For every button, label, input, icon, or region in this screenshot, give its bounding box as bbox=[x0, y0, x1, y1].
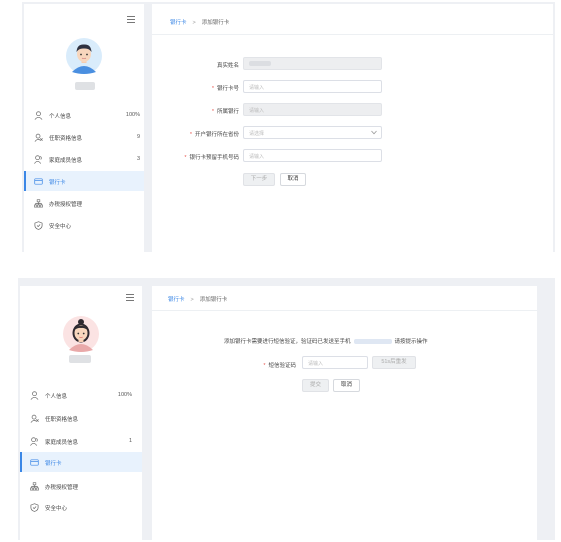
user-name-blurred bbox=[75, 82, 95, 90]
sidebar-item-personal-info[interactable]: 个人信息 100% bbox=[24, 105, 144, 125]
sidebar-item-personal-info[interactable]: 个人信息 100% bbox=[20, 385, 140, 405]
sidebar-item-qualification[interactable]: 任职资格信息 bbox=[20, 408, 140, 428]
certificate-icon bbox=[30, 414, 39, 423]
sidebar-item-count: 100% bbox=[117, 392, 132, 398]
cancel-button[interactable]: 取消 bbox=[280, 173, 306, 186]
active-indicator bbox=[24, 171, 26, 191]
breadcrumb: 银行卡 > 添加银行卡 bbox=[170, 18, 229, 26]
reserved-phone-input[interactable]: 请输入 bbox=[243, 149, 382, 162]
bank-label: * 所属银行 bbox=[211, 109, 239, 115]
card-number-input[interactable]: 请输入 bbox=[243, 80, 382, 93]
sidebar-item-count: 9 bbox=[136, 134, 140, 140]
sidebar-item-label: 银行卡 bbox=[49, 180, 66, 186]
sidebar-item-security[interactable]: 安全中心 bbox=[24, 215, 144, 235]
shield-icon bbox=[30, 503, 39, 512]
sidebar-item-label: 办税授权管理 bbox=[49, 202, 83, 208]
sidebar-item-tax-auth[interactable]: 办税授权管理 bbox=[20, 476, 140, 496]
card-icon bbox=[34, 178, 43, 185]
breadcrumb: 银行卡 > 添加银行卡 bbox=[168, 295, 227, 303]
phone-number-blurred bbox=[353, 339, 392, 345]
active-indicator bbox=[20, 452, 22, 472]
family-icon bbox=[34, 155, 42, 164]
sidebar-item-count: 100% bbox=[125, 112, 140, 118]
sidebar-item-bank-card[interactable]: 银行卡 bbox=[20, 452, 142, 472]
breadcrumb-parent-link[interactable]: 银行卡 bbox=[168, 297, 185, 303]
family-icon bbox=[30, 437, 38, 446]
user-name-blurred bbox=[69, 355, 91, 363]
sidebar-item-label: 任职资格信息 bbox=[49, 136, 83, 142]
sidebar-item-label: 家庭成员信息 bbox=[49, 158, 83, 164]
screen1-main: 银行卡 > 添加银行卡 真实姓名 * 银行卡号 请输入 * 所属银行 请输入 * 开户银行… bbox=[152, 4, 553, 252]
screen2-main: 银行卡 > 添加银行卡 添加银行卡需要进行短信验证，验证码已发送至手机 请按提示操作 … bbox=[152, 286, 537, 540]
certificate-icon bbox=[34, 133, 43, 142]
sidebar-item-qualification[interactable]: 任职资格信息 9 bbox=[24, 127, 144, 147]
user-icon bbox=[34, 111, 43, 120]
screen1-sidebar: 个人信息 100% 任职资格信息 9 家庭成员信息 3 银行卡 办税授权管理 安… bbox=[24, 4, 144, 252]
region-select-placeholder: 请选择 bbox=[249, 131, 265, 137]
sms-code-input[interactable]: 请输入 bbox=[302, 356, 368, 369]
reserved-phone-label: * 银行卡预留手机号码 bbox=[184, 155, 239, 161]
sidebar-item-label: 任职资格信息 bbox=[45, 417, 79, 423]
avatar bbox=[63, 316, 99, 352]
chevron-down-icon bbox=[371, 130, 377, 135]
cancel-button[interactable]: 取消 bbox=[333, 379, 360, 392]
sidebar-item-family[interactable]: 家庭成员信息 3 bbox=[24, 149, 144, 169]
real-name-label: 真实姓名 bbox=[216, 63, 239, 69]
org-icon bbox=[30, 482, 39, 491]
sidebar-item-label: 办税授权管理 bbox=[45, 485, 79, 491]
sidebar-item-count: 3 bbox=[136, 156, 140, 162]
region-select[interactable]: 请选择 bbox=[243, 126, 382, 139]
sidebar-item-label: 个人信息 bbox=[45, 394, 68, 400]
breadcrumb-separator: > bbox=[190, 297, 194, 303]
sms-notice: 添加银行卡需要进行短信验证，验证码已发送至手机 请按提示操作 bbox=[224, 337, 428, 345]
card-number-label: * 银行卡号 bbox=[211, 86, 239, 92]
resend-code-button[interactable]: 51s后重发 bbox=[372, 356, 416, 369]
breadcrumb-parent-link[interactable]: 银行卡 bbox=[170, 20, 187, 26]
sms-notice-suffix: 请按提示操作 bbox=[394, 339, 428, 345]
sidebar-item-label: 安全中心 bbox=[49, 224, 72, 230]
sidebar-item-label: 家庭成员信息 bbox=[45, 440, 79, 446]
user-icon bbox=[30, 391, 39, 400]
screen2-sidebar: 个人信息 100% 任职资格信息 家庭成员信息 1 银行卡 办税授权管理 安全中… bbox=[20, 286, 142, 540]
submit-button[interactable]: 提交 bbox=[302, 379, 329, 392]
breadcrumb-current: 添加银行卡 bbox=[201, 20, 230, 26]
avatar bbox=[66, 38, 102, 74]
real-name-field bbox=[243, 57, 382, 70]
menu-icon[interactable] bbox=[126, 294, 134, 301]
bank-input: 请输入 bbox=[243, 103, 382, 116]
sidebar-item-tax-auth[interactable]: 办税授权管理 bbox=[24, 193, 144, 213]
breadcrumb-separator: > bbox=[192, 20, 196, 26]
header-divider bbox=[152, 34, 553, 35]
menu-icon[interactable] bbox=[127, 16, 135, 23]
sms-code-label: * 短信验证码 bbox=[263, 363, 296, 369]
org-icon bbox=[34, 199, 43, 208]
sms-notice-prefix: 添加银行卡需要进行短信验证，验证码已发送至手机 bbox=[224, 339, 351, 345]
shield-icon bbox=[34, 221, 43, 230]
sidebar-item-security[interactable]: 安全中心 bbox=[20, 497, 140, 517]
sidebar-item-family[interactable]: 家庭成员信息 1 bbox=[20, 431, 140, 451]
sidebar-item-bank-card[interactable]: 银行卡 bbox=[24, 171, 144, 191]
sidebar-item-label: 银行卡 bbox=[45, 461, 62, 467]
sidebar-item-count: 1 bbox=[128, 438, 132, 444]
region-label: * 开户银行所在省份 bbox=[189, 132, 239, 138]
breadcrumb-current: 添加银行卡 bbox=[199, 297, 228, 303]
sidebar-item-label: 个人信息 bbox=[49, 114, 72, 120]
next-step-button[interactable]: 下一步 bbox=[243, 173, 275, 186]
header-divider bbox=[152, 310, 537, 311]
sidebar-item-label: 安全中心 bbox=[45, 506, 68, 512]
card-icon bbox=[30, 459, 39, 466]
